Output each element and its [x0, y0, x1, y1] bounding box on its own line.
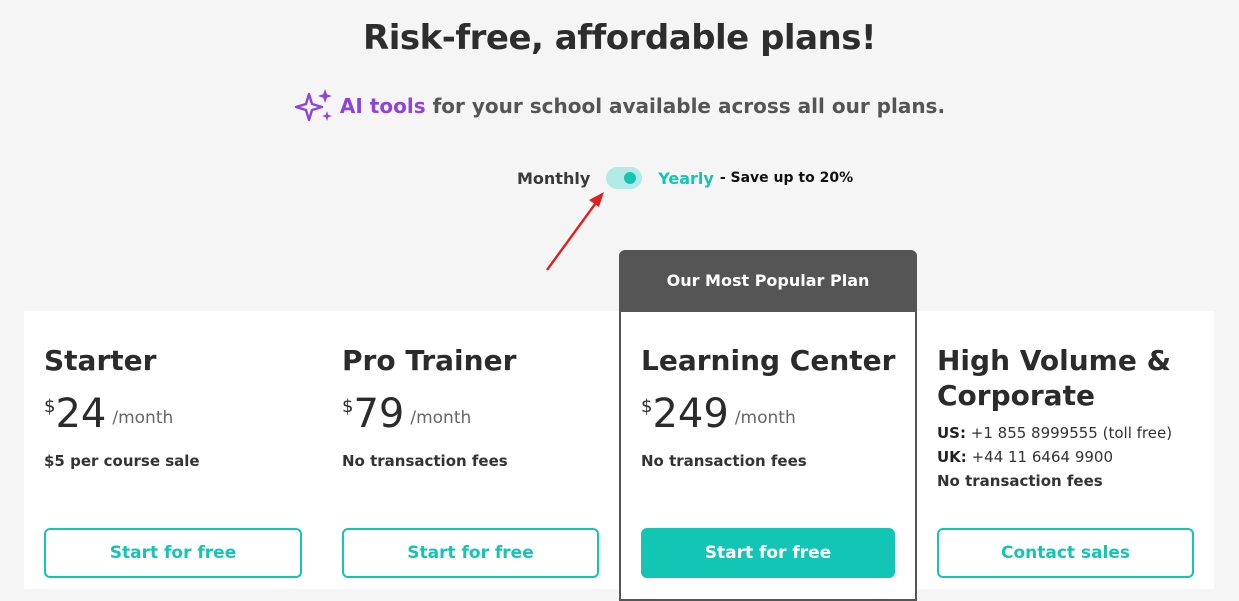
- price-period: /month: [112, 408, 174, 428]
- learning-center-start-button[interactable]: Start for free: [641, 528, 895, 578]
- plan-note: No transaction fees: [937, 472, 1103, 490]
- pro-trainer-start-button[interactable]: Start for free: [342, 528, 599, 578]
- ai-tools-link[interactable]: AI tools: [340, 94, 426, 118]
- plan-price: $ 249 /month: [641, 390, 901, 440]
- plan-card-pro-trainer: Pro Trainer $ 79 /month No transaction f…: [342, 343, 602, 470]
- plan-name: High Volume & Corporate: [937, 343, 1197, 413]
- yearly-label[interactable]: Yearly: [658, 169, 714, 188]
- plan-note: No transaction fees: [641, 452, 807, 470]
- uk-phone[interactable]: +44 11 6464 9900: [972, 448, 1113, 466]
- plan-note: No transaction fees: [342, 452, 508, 470]
- contact-sales-button[interactable]: Contact sales: [937, 528, 1194, 578]
- plan-card-learning-center: Learning Center $ 249 /month No transact…: [641, 343, 901, 470]
- currency-symbol: $: [44, 396, 56, 417]
- ai-tools-subtitle: AI tools for your school available acros…: [0, 88, 1239, 124]
- uk-label: UK:: [937, 448, 967, 466]
- billing-period-toggle[interactable]: [606, 167, 643, 189]
- plan-name: Pro Trainer: [342, 344, 517, 377]
- plan-card-high-volume-corporate: High Volume & Corporate US: +1 855 89995…: [937, 343, 1197, 493]
- red-arrow-annotation: [546, 192, 604, 271]
- plan-card-starter: Starter $ 24 /month $5 per course sale: [44, 343, 304, 470]
- starter-start-button[interactable]: Start for free: [44, 528, 302, 578]
- sparkle-icon: [294, 89, 332, 122]
- contact-info: US: +1 855 8999555 (toll free) UK: +44 1…: [937, 421, 1197, 493]
- plan-price: $ 79 /month: [342, 390, 602, 440]
- page-title: Risk-free, affordable plans!: [363, 18, 876, 58]
- plan-name: Starter: [44, 344, 157, 377]
- us-label: US:: [937, 424, 966, 442]
- plan-name-line-1: High Volume &: [937, 344, 1171, 377]
- currency-symbol: $: [342, 396, 354, 417]
- currency-symbol: $: [641, 396, 653, 417]
- price-period: /month: [410, 408, 472, 428]
- subtitle-text: for your school available across all our…: [432, 94, 946, 118]
- plan-name: Learning Center: [641, 344, 896, 377]
- monthly-label[interactable]: Monthly: [517, 169, 590, 188]
- price-amount: 24: [55, 391, 107, 437]
- us-phone[interactable]: +1 855 8999555 (toll free): [971, 424, 1172, 442]
- toggle-knob: [624, 172, 637, 184]
- save-label: - Save up to 20%: [719, 170, 854, 186]
- plan-note: $5 per course sale: [44, 452, 200, 470]
- price-period: /month: [734, 408, 796, 428]
- plan-price: $ 24 /month: [44, 390, 304, 440]
- plan-name-line-2: Corporate: [937, 379, 1095, 412]
- popular-plan-header: Our Most Popular Plan: [619, 250, 917, 312]
- price-amount: 79: [353, 391, 405, 437]
- price-amount: 249: [652, 391, 729, 437]
